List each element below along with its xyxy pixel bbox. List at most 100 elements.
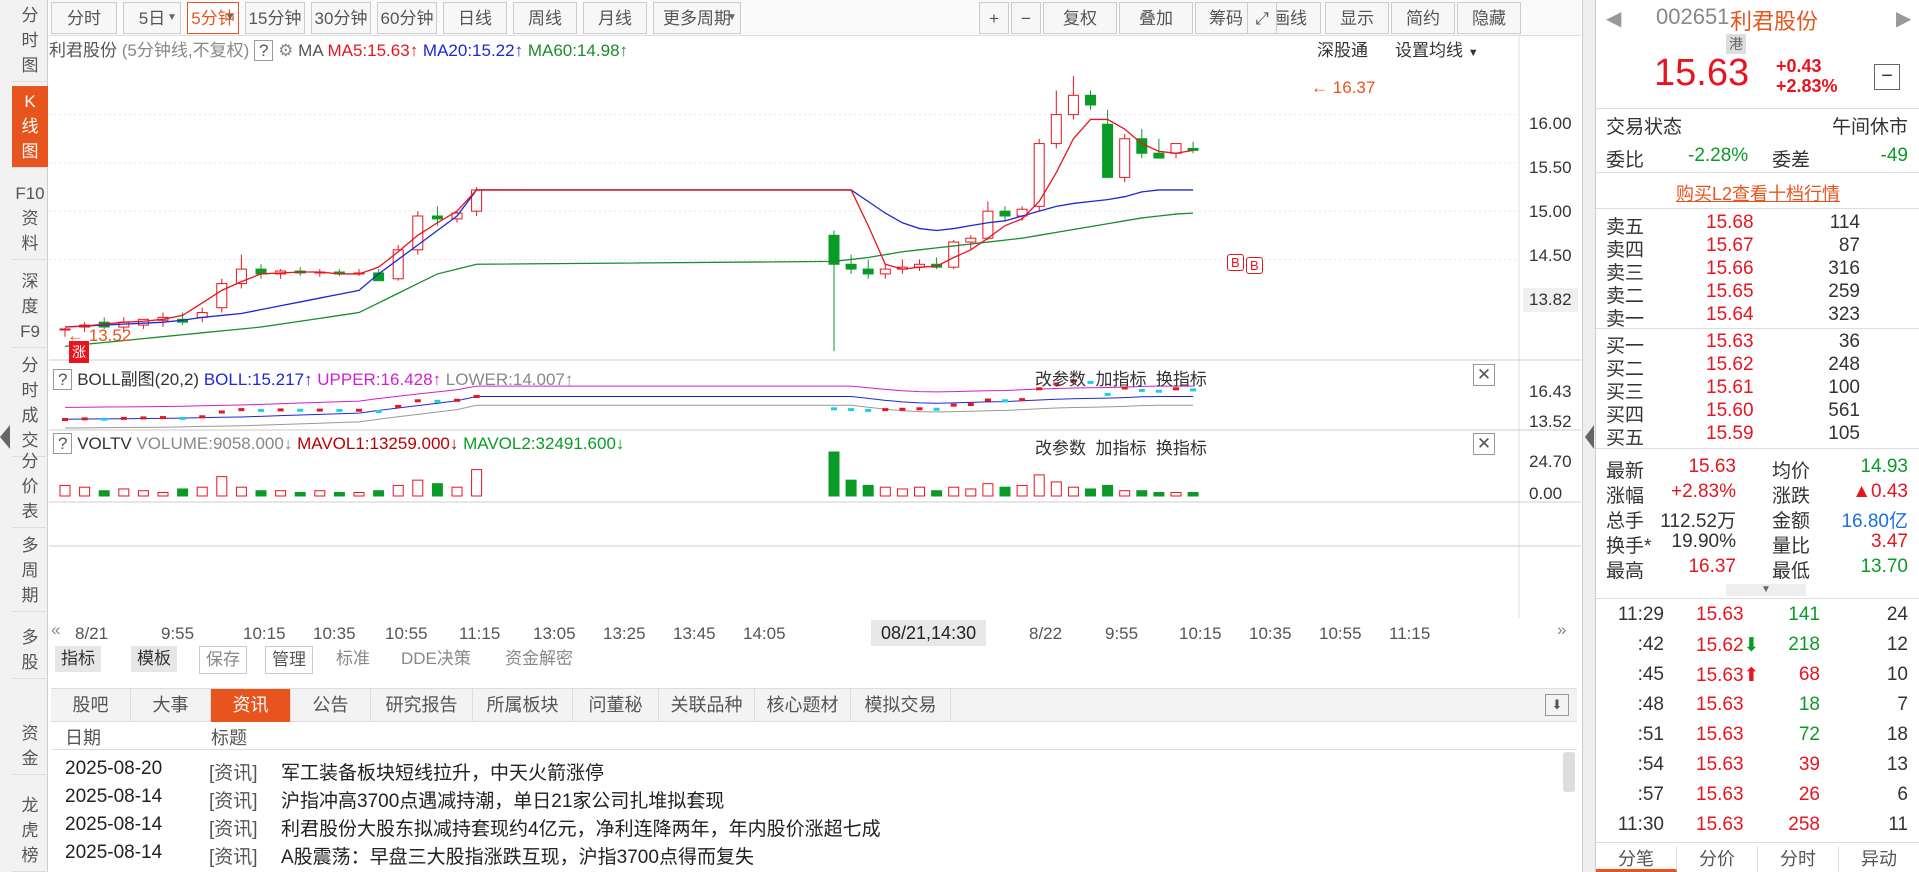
nav-item-3[interactable]: 深 度 F9 — [12, 266, 48, 348]
news-title[interactable]: 利君股份大股东拟减持套现约4亿元，净利连降两年，年内股价涨超七成 — [281, 814, 881, 841]
tick-time: :57 — [1637, 784, 1664, 805]
tool-button-1[interactable]: − — [1011, 2, 1041, 34]
collapse-right-icon[interactable] — [1585, 425, 1594, 449]
tick-price: 15.63 — [1696, 694, 1744, 716]
dropdown-caret-icon: ▼ — [225, 12, 235, 23]
quote-tab-1[interactable]: 分价 — [1677, 846, 1758, 872]
tool-button-6[interactable]: 显示 — [1325, 2, 1389, 34]
nav-item-8[interactable]: 资 金 — [12, 718, 48, 775]
nav-item-2[interactable]: F10 资 料 — [12, 178, 48, 260]
info-tab-1[interactable]: 大事 — [131, 689, 211, 722]
nav-item-5[interactable]: 分 价 表 — [12, 446, 48, 528]
help-icon[interactable]: ? — [253, 40, 274, 61]
volume-bar — [294, 491, 306, 497]
tool-button-3[interactable]: 叠加 — [1119, 2, 1193, 34]
splitter[interactable] — [1582, 0, 1595, 872]
info-tab-6[interactable]: 问董秘 — [573, 689, 659, 722]
vol-change-params-button[interactable]: 改参数 — [1035, 439, 1086, 458]
ma60-line — [64, 212, 1194, 347]
candle-body — [982, 210, 994, 239]
stat-value: ▲0.43 — [1852, 481, 1908, 502]
tick-time: :51 — [1637, 724, 1664, 745]
vol-help-icon[interactable]: ? — [53, 433, 73, 454]
kline-chart[interactable] — [49, 36, 1581, 618]
nav-item-4[interactable]: 分 时 成 交 — [12, 350, 48, 457]
last-price: 15.63 — [1654, 52, 1750, 94]
info-tab-8[interactable]: 核心题材 — [755, 689, 851, 722]
manage-button[interactable]: 管理 — [265, 646, 313, 674]
info-tab-4[interactable]: 研究报告 — [371, 689, 473, 722]
news-scrollbar[interactable] — [1563, 752, 1575, 792]
news-title[interactable]: 军工装备板块短线拉升，中天火箭涨停 — [281, 758, 604, 785]
info-tab-0[interactable]: 股吧 — [51, 689, 131, 722]
ma5-line — [64, 118, 1194, 328]
period-tab-7[interactable]: 周线 — [513, 2, 577, 34]
period-tab-3[interactable]: 15分钟 — [245, 2, 305, 34]
l2-buy-link[interactable]: 购买L2查看十档行情 — [1596, 180, 1919, 206]
info-tab-9[interactable]: 模拟交易 — [851, 689, 951, 722]
collapse-left-icon[interactable] — [0, 425, 10, 449]
scroll-right-icon[interactable]: » — [1557, 620, 1566, 640]
nav-item-9[interactable]: 龙 虎 榜 — [12, 790, 48, 872]
nav-item-7[interactable]: 多 股 — [12, 622, 48, 679]
period-tab-4[interactable]: 30分钟 — [311, 2, 371, 34]
info-tab-2[interactable]: 资讯 — [211, 689, 291, 722]
dde-button[interactable]: DDE决策 — [395, 646, 477, 672]
tool-button-8[interactable]: 隐藏 — [1457, 2, 1521, 34]
nav-item-0[interactable]: 分 时 图 — [12, 0, 48, 82]
gear-icon[interactable]: ⚙ — [278, 41, 293, 60]
vol-switch-indicator-button[interactable]: 换指标 — [1156, 439, 1207, 458]
dropdown-caret-icon: ▼ — [167, 12, 177, 23]
volume-bar — [965, 488, 977, 497]
candle-body — [845, 263, 857, 270]
info-tab-5[interactable]: 所属板块 — [473, 689, 573, 722]
volume-bar — [982, 483, 994, 497]
tick-price-value: 15.63 — [1696, 665, 1744, 686]
news-row[interactable]: 2025-08-14 [资讯] 利君股份大股东拟减持套现约4亿元，净利连降两年，年内… — [65, 814, 881, 840]
tick-time: :48 — [1637, 694, 1664, 715]
period-tab-8[interactable]: 月线 — [583, 2, 647, 34]
indicator-button[interactable]: 指标 — [55, 646, 101, 672]
expand-stats-icon[interactable]: ▼ — [1726, 584, 1806, 596]
volume-bar — [845, 479, 857, 497]
template-button[interactable]: 模板 — [131, 646, 177, 672]
period-tab-6[interactable]: 日线 — [443, 2, 507, 34]
tool-button-0[interactable]: + — [979, 2, 1009, 34]
nav-item-6[interactable]: 多 周 期 — [12, 530, 48, 612]
quote-tab-3[interactable]: 异动 — [1839, 846, 1919, 872]
news-row[interactable]: 2025-08-20 [资讯] 军工装备板块短线拉升，中天火箭涨停 — [65, 758, 604, 784]
news-row[interactable]: 2025-08-14 [资讯] A股震荡：早盘三大股指涨跌互现，沪指3700点得而复… — [65, 842, 754, 868]
vol-add-indicator-button[interactable]: 加指标 — [1095, 439, 1146, 458]
volume-bar — [931, 490, 943, 497]
scroll-left-icon[interactable]: « — [51, 620, 60, 640]
minimize-icon[interactable]: − — [1874, 64, 1900, 90]
news-title[interactable]: 沪指冲高3700点遇减持潮，单日21家公司扎堆拟套现 — [281, 786, 724, 813]
quote-tab-2[interactable]: 分时 — [1758, 846, 1839, 872]
boll-help-icon[interactable]: ? — [53, 369, 73, 390]
quote-tab-0[interactable]: 分笔 — [1596, 846, 1677, 872]
tool-button-7[interactable]: 简约 — [1391, 2, 1455, 34]
boll-close-icon[interactable]: ✕ — [1473, 364, 1495, 386]
shenzhen-connect-link[interactable]: 深股通 — [1317, 36, 1368, 61]
boll-add-indicator-button[interactable]: 加指标 — [1095, 370, 1146, 389]
fullscreen-icon[interactable]: ⤢ — [1247, 2, 1277, 34]
save-button[interactable]: 保存 — [199, 646, 247, 674]
news-row[interactable]: 2025-08-14 [资讯] 沪指冲高3700点遇减持潮，单日21家公司扎堆拟套现 — [65, 786, 724, 812]
standard-button[interactable]: 标准 — [330, 646, 376, 672]
boll-change-params-button[interactable]: 改参数 — [1035, 370, 1086, 389]
vol-name: VOLTV — [77, 434, 132, 453]
tool-button-2[interactable]: 复权 — [1043, 2, 1117, 34]
download-icon[interactable]: ⬇ — [1545, 694, 1569, 716]
info-tab-7[interactable]: 关联品种 — [659, 689, 755, 722]
period-tab-0[interactable]: 分时 — [51, 2, 117, 34]
prev-stock-icon[interactable]: ◀ — [1606, 6, 1621, 31]
next-stock-icon[interactable]: ▶ — [1896, 6, 1911, 31]
nav-item-1[interactable]: K 线 图 — [12, 86, 48, 168]
info-tab-3[interactable]: 公告 — [291, 689, 371, 722]
vol-close-icon[interactable]: ✕ — [1473, 433, 1495, 455]
fund-decode-button[interactable]: 资金解密 — [499, 646, 579, 672]
period-tab-5[interactable]: 60分钟 — [377, 2, 437, 34]
news-title[interactable]: A股震荡：早盘三大股指涨跌互现，沪指3700点得而复失 — [281, 842, 754, 869]
ma-settings-button[interactable]: 设置均线 ▼ — [1395, 36, 1479, 61]
boll-switch-indicator-button[interactable]: 换指标 — [1156, 370, 1207, 389]
